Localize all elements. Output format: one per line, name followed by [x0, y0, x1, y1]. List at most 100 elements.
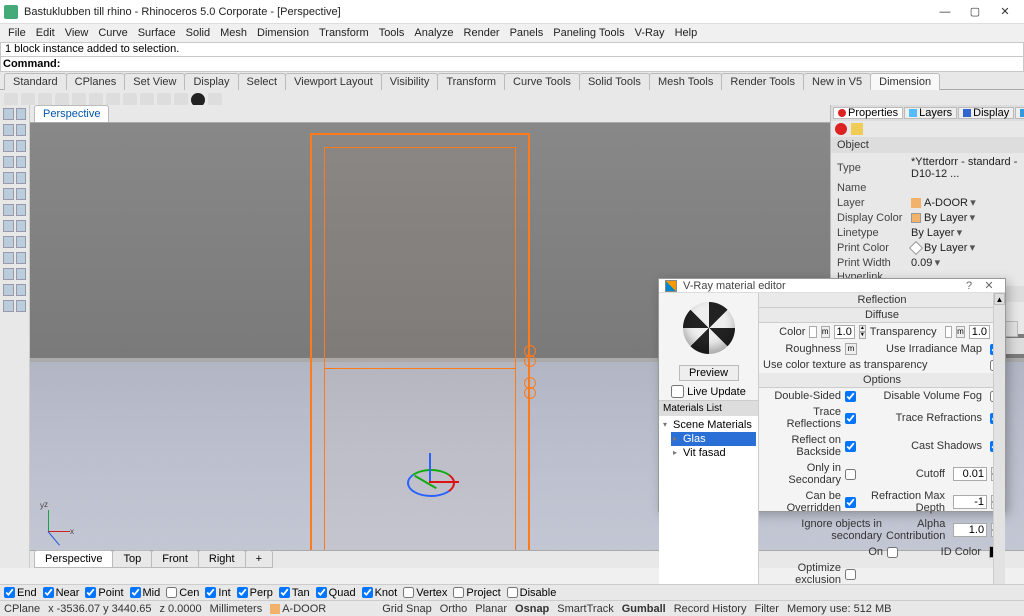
ignore-secondary-checkbox[interactable] [887, 547, 898, 558]
tool-icon[interactable] [3, 188, 14, 200]
diffuse-color-amount[interactable]: 1.0 [834, 325, 855, 339]
diffuse-color-map-button[interactable]: m [821, 326, 830, 338]
tab-rendertools[interactable]: Render Tools [721, 73, 804, 90]
tool-icon[interactable] [3, 220, 14, 232]
osnap-tan[interactable]: Tan [279, 587, 310, 599]
osnap-mid[interactable]: Mid [130, 587, 161, 599]
vray-help-button[interactable]: ? [959, 280, 979, 292]
diffuse-transparency-swatch[interactable] [945, 326, 952, 338]
toggle-ortho[interactable]: Ortho [440, 603, 468, 615]
toggle-gridsnap[interactable]: Grid Snap [382, 603, 432, 615]
view-tab-front[interactable]: Front [151, 550, 199, 568]
tool-icon[interactable] [3, 156, 14, 168]
menu-transform[interactable]: Transform [315, 26, 373, 40]
tab-display[interactable]: Display [184, 73, 238, 90]
tab-standard[interactable]: Standard [4, 73, 67, 90]
trace-reflections-checkbox[interactable] [845, 413, 856, 424]
tree-material-vitfasad[interactable]: Vit fasad [671, 446, 756, 460]
menu-vray[interactable]: V-Ray [631, 26, 669, 40]
tab-meshtools[interactable]: Mesh Tools [649, 73, 722, 90]
group-reflection[interactable]: Reflection [759, 293, 1005, 308]
osnap-end[interactable]: End [4, 587, 37, 599]
live-update-checkbox[interactable]: Live Update [659, 383, 758, 400]
group-options[interactable]: Options [759, 373, 1005, 388]
osnap-cen[interactable]: Cen [166, 587, 199, 599]
prop-layer-dropdown[interactable]: A-DOOR▾ [911, 196, 1018, 209]
toggle-smarttrack[interactable]: SmartTrack [557, 603, 613, 615]
tool-icon[interactable] [3, 252, 14, 264]
tool-icon[interactable] [16, 140, 27, 152]
view-tab-perspective[interactable]: Perspective [34, 550, 113, 568]
tool-icon[interactable] [16, 300, 27, 312]
optimize-exclusion-checkbox[interactable] [845, 569, 856, 580]
menu-analyze[interactable]: Analyze [410, 26, 457, 40]
tool-icon[interactable] [16, 124, 27, 136]
tool-icon[interactable] [16, 156, 27, 168]
close-button[interactable]: ✕ [990, 2, 1020, 22]
roughness-map-button[interactable]: m [845, 343, 857, 355]
view-tab-add[interactable]: + [245, 550, 273, 568]
maximize-button[interactable]: ▢ [960, 2, 990, 22]
menu-render[interactable]: Render [460, 26, 504, 40]
panel-tab-layers[interactable]: Layers [904, 107, 957, 119]
menu-file[interactable]: File [4, 26, 30, 40]
status-units[interactable]: Millimeters [210, 603, 263, 615]
tab-newin5[interactable]: New in V5 [803, 73, 871, 90]
cutoff-input[interactable]: 0.01 [953, 467, 987, 481]
panel-tab-display[interactable]: Display [958, 107, 1014, 119]
gumball-x-arrow[interactable] [429, 481, 459, 483]
tab-cplanes[interactable]: CPlanes [66, 73, 126, 90]
gumball-z-arrow[interactable] [429, 453, 431, 483]
osnap-project[interactable]: Project [453, 587, 500, 599]
tool-icon[interactable] [3, 204, 14, 216]
tool-icon[interactable] [3, 108, 14, 120]
can-override-checkbox[interactable] [845, 497, 856, 508]
toggle-filter[interactable]: Filter [754, 603, 778, 615]
reflect-backside-checkbox[interactable] [845, 441, 856, 452]
tab-setview[interactable]: Set View [124, 73, 185, 90]
osnap-knot[interactable]: Knot [362, 587, 398, 599]
tool-icon[interactable] [3, 268, 14, 280]
minimize-button[interactable]: — [930, 2, 960, 22]
viewport-tab-perspective[interactable]: Perspective [34, 105, 109, 122]
tool-icon[interactable] [16, 252, 27, 264]
toggle-gumball[interactable]: Gumball [622, 603, 666, 615]
tab-visibility[interactable]: Visibility [381, 73, 439, 90]
toggle-planar[interactable]: Planar [475, 603, 507, 615]
tool-icon[interactable] [16, 236, 27, 248]
osnap-perp[interactable]: Perp [237, 587, 273, 599]
group-diffuse[interactable]: Diffuse [759, 308, 1005, 323]
tab-viewport[interactable]: Viewport Layout [285, 73, 382, 90]
refraction-max-depth-input[interactable]: -1 [953, 495, 987, 509]
gumball-rotate-ring[interactable] [407, 469, 455, 497]
menu-view[interactable]: View [61, 26, 93, 40]
vray-title-bar[interactable]: V-Ray material editor ? ✕ [659, 279, 1005, 293]
tab-select[interactable]: Select [238, 73, 287, 90]
tool-icon[interactable] [16, 284, 27, 296]
prop-displaycolor-dropdown[interactable]: By Layer▾ [911, 211, 1018, 224]
tool-icon[interactable] [16, 172, 27, 184]
view-tab-top[interactable]: Top [112, 550, 152, 568]
vray-scrollbar[interactable]: ▲▼ [993, 293, 1005, 603]
spinner[interactable]: ▲▼ [859, 325, 866, 339]
menu-panels[interactable]: Panels [506, 26, 548, 40]
view-tab-right[interactable]: Right [198, 550, 246, 568]
menu-surface[interactable]: Surface [134, 26, 180, 40]
osnap-near[interactable]: Near [43, 587, 80, 599]
menu-edit[interactable]: Edit [32, 26, 59, 40]
object-props-icon[interactable] [835, 123, 847, 135]
tool-icon[interactable] [16, 204, 27, 216]
menu-mesh[interactable]: Mesh [216, 26, 251, 40]
diffuse-transparency-amount[interactable]: 1.0 [969, 325, 990, 339]
alpha-contribution-input[interactable]: 1.0 [953, 523, 987, 537]
tree-scene-materials[interactable]: Scene Materials [661, 418, 756, 432]
tab-transform[interactable]: Transform [437, 73, 505, 90]
vray-material-editor-dialog[interactable]: V-Ray material editor ? ✕ Preview Live U… [658, 278, 1006, 512]
tab-curvetools[interactable]: Curve Tools [504, 73, 580, 90]
tab-dimension[interactable]: Dimension [870, 73, 940, 90]
preview-button[interactable]: Preview [679, 365, 739, 381]
toggle-osnap[interactable]: Osnap [515, 603, 549, 615]
menu-tools[interactable]: Tools [375, 26, 409, 40]
menu-solid[interactable]: Solid [182, 26, 214, 40]
panel-tab-properties[interactable]: Properties [833, 107, 903, 119]
